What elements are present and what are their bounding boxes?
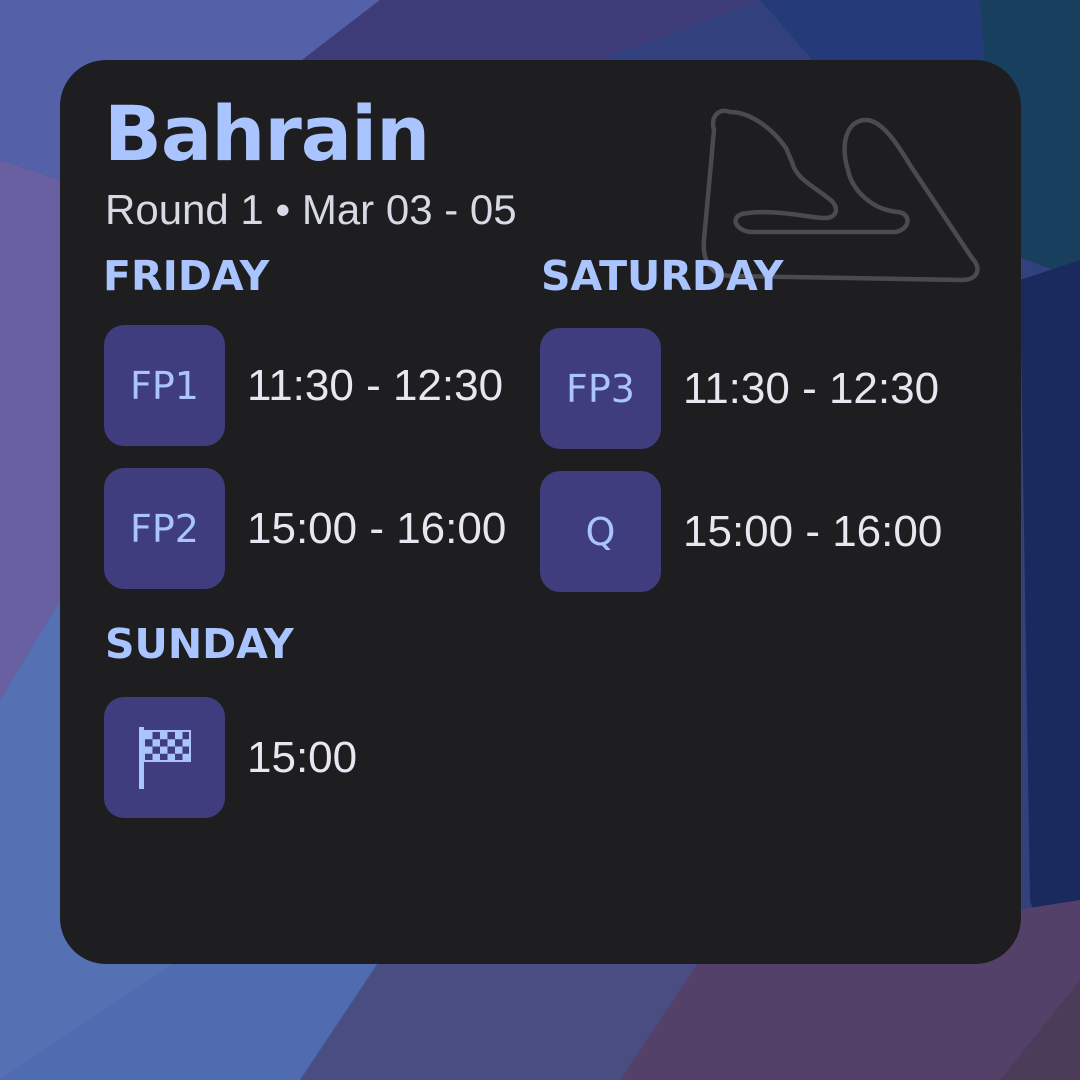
- grand-prix-title: Bahrain: [104, 89, 430, 178]
- day-heading-sunday: SUNDAY: [105, 620, 294, 668]
- race-schedule-widget[interactable]: Bahrain Round 1 • Mar 03 - 05 FRIDAY SAT…: [60, 60, 1021, 964]
- session-time: 15:00 - 16:00: [247, 503, 507, 553]
- round-and-dates: Round 1 • Mar 03 - 05: [105, 186, 517, 233]
- session-fp2[interactable]: FP2 15:00 - 16:00: [104, 468, 534, 589]
- session-time: 15:00: [247, 732, 358, 782]
- session-fp3[interactable]: FP3 11:30 - 12:30: [540, 328, 970, 449]
- session-time: 11:30 - 12:30: [247, 360, 504, 410]
- day-heading-saturday: SATURDAY: [541, 252, 784, 300]
- session-time: 15:00 - 16:00: [683, 506, 943, 556]
- session-badge: [104, 697, 225, 818]
- session-qualifying[interactable]: Q 15:00 - 16:00: [540, 471, 970, 592]
- session-badge: FP2: [104, 468, 225, 589]
- day-heading-friday: FRIDAY: [103, 252, 270, 300]
- session-badge: Q: [540, 471, 661, 592]
- session-badge: FP3: [540, 328, 661, 449]
- checkered-flag-icon: [138, 726, 191, 789]
- session-fp1[interactable]: FP1 11:30 - 12:30: [104, 325, 534, 446]
- session-race[interactable]: 15:00: [104, 697, 534, 818]
- session-badge: FP1: [104, 325, 225, 446]
- session-time: 11:30 - 12:30: [683, 363, 940, 413]
